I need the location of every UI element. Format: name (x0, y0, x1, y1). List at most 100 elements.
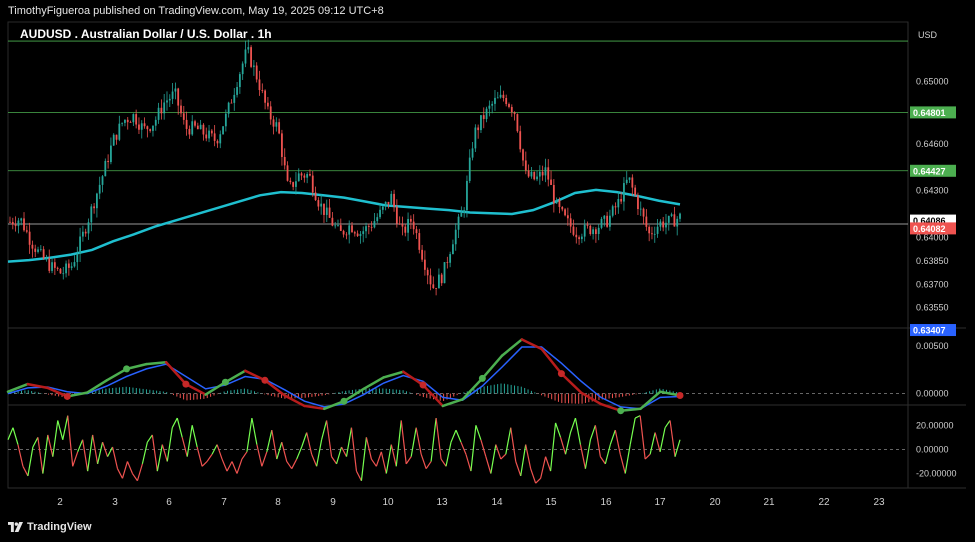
price-badge: 0.64427 (910, 164, 956, 177)
osc-line-segment (47, 434, 54, 457)
macd-line-segment (500, 338, 524, 357)
candle-body (224, 113, 227, 127)
candle-body (25, 230, 28, 232)
osc-line-segment (325, 420, 333, 457)
candle-body (480, 115, 482, 131)
candle-body (337, 225, 339, 227)
osc-line-segment (107, 446, 114, 457)
candle-body (611, 206, 614, 216)
chart-svg[interactable]: 0.650000.646000.643000.640000.638500.637… (0, 0, 975, 542)
osc-line-segment (594, 425, 601, 457)
candle-body (438, 274, 440, 289)
candle-body (558, 199, 561, 207)
candle-body (275, 122, 278, 127)
candle-body (118, 123, 121, 140)
candle-body (404, 226, 407, 233)
macd-cross-down-dot (261, 376, 269, 384)
candle-body (96, 193, 98, 209)
osc-line-segment (500, 453, 507, 460)
candle-body (51, 262, 53, 271)
candle-body (432, 284, 435, 289)
osc-line-segment (186, 425, 193, 457)
osc-line-segment (659, 427, 666, 452)
candle-body (34, 248, 37, 252)
candle-body (519, 131, 522, 150)
candle-body (185, 119, 188, 129)
candle-body (527, 170, 530, 177)
osc-line-segment (604, 444, 611, 465)
candle-body (138, 124, 140, 130)
osc-line-segment (639, 415, 646, 460)
candle-body (115, 134, 118, 140)
candle-body (656, 226, 659, 234)
osc-line-segment (296, 446, 303, 460)
osc-line-segment (370, 458, 377, 467)
candle-body (491, 103, 494, 106)
candles-layer (9, 39, 681, 296)
candle-body (449, 254, 452, 263)
candle-body (637, 195, 639, 210)
osc-line-segment (505, 427, 512, 455)
candle-body (331, 217, 334, 226)
candle-body (603, 215, 606, 219)
candle-body (634, 187, 637, 196)
candle-body (429, 275, 432, 285)
osc-line-segment (624, 444, 631, 474)
tradingview-brand[interactable]: TradingView (8, 521, 92, 533)
candle-body (124, 119, 126, 123)
osc-line-segment (131, 473, 138, 482)
osc-line-segment (599, 456, 606, 465)
candle-body (244, 49, 247, 64)
candle-body (502, 94, 505, 98)
osc-line-segment (82, 439, 89, 472)
macd-tick: 0.00000 (916, 389, 949, 399)
osc-line-segment (435, 417, 442, 460)
osc-line-segment (201, 461, 208, 467)
candle-body (676, 218, 679, 227)
time-tick: 15 (545, 497, 557, 508)
time-tick: 16 (600, 497, 612, 508)
candle-body (14, 224, 17, 227)
candle-body (536, 176, 538, 180)
time-tick: 23 (873, 497, 885, 508)
macd-cross-up-dot (617, 407, 625, 415)
candle-body (160, 107, 163, 114)
osc-line-segment (166, 427, 173, 462)
candle-body (236, 87, 238, 95)
macd-cross-up-dot (221, 378, 229, 386)
osc-line-segment (375, 451, 382, 467)
osc-line-segment (256, 444, 263, 467)
candle-body (623, 183, 625, 202)
candle-body (157, 107, 160, 120)
osc-line-segment (216, 444, 223, 460)
osc-line-segment (465, 454, 472, 472)
candle-body (311, 175, 314, 193)
candle-body (208, 130, 210, 139)
macd-pane (6, 338, 908, 415)
candle-body (39, 249, 42, 251)
candle-body (600, 218, 603, 228)
osc-line-segment (226, 461, 233, 472)
macd-cross-up-dot (478, 374, 486, 382)
candle-body (572, 226, 575, 235)
macd-cross-down-dot (676, 392, 684, 399)
candle-body (79, 236, 81, 254)
candle-body (482, 115, 485, 119)
candle-body (339, 225, 342, 231)
candle-body (325, 207, 328, 215)
price-tick: 0.65000 (916, 76, 949, 86)
candle-body (496, 97, 499, 99)
osc-line-segment (87, 434, 94, 472)
candle-body (205, 134, 208, 139)
candle-body (281, 133, 283, 157)
candle-body (342, 230, 345, 235)
osc-line-segment (475, 425, 482, 440)
candle-body (84, 231, 87, 234)
candle-body (569, 218, 572, 227)
candle-body (379, 209, 381, 218)
candle-body (121, 122, 124, 124)
time-tick: 20 (709, 497, 721, 508)
candle-body (679, 213, 681, 219)
candle-body (631, 177, 634, 188)
candle-body (272, 119, 275, 127)
